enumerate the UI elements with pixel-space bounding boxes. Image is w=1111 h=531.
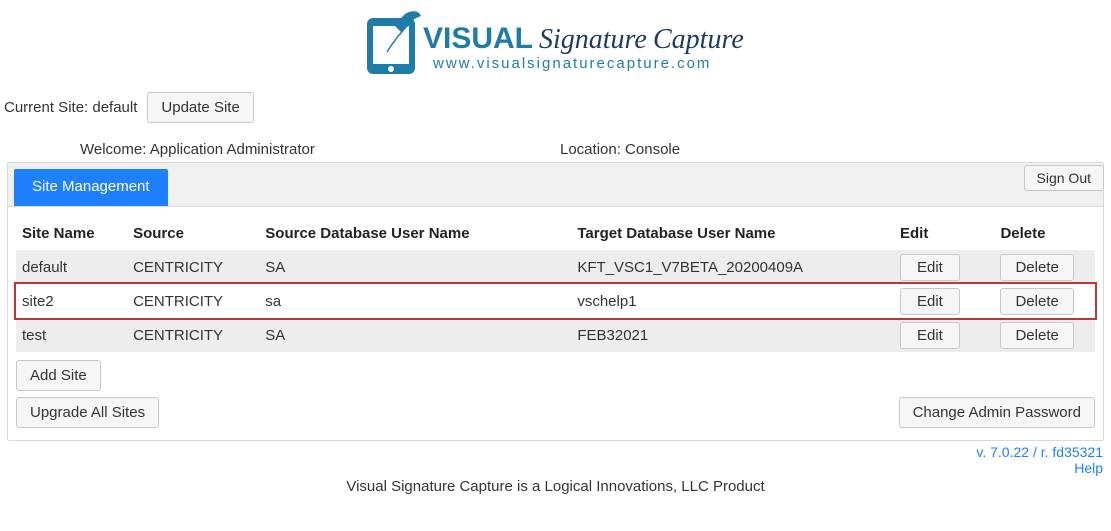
logo-url: www.visualsignaturecapture.com	[432, 55, 711, 72]
add-site-button[interactable]: Add Site	[16, 360, 101, 391]
cell-target-db-user: vschelp1	[571, 284, 894, 318]
delete-button[interactable]: Delete	[1000, 254, 1073, 281]
site-management-panel: Site Management Site Name Source Source …	[7, 162, 1104, 441]
th-source: Source	[127, 219, 259, 250]
cell-site-name: default	[16, 250, 127, 284]
th-delete: Delete	[994, 219, 1095, 250]
logo-brand-sub1: Signature	[539, 24, 647, 55]
cell-edit: Edit	[894, 250, 994, 284]
tab-bar: Site Management	[8, 163, 1103, 207]
cell-delete: Delete	[994, 284, 1095, 318]
table-row: site2CENTRICITYsavschelp1Edit Delete	[16, 284, 1095, 318]
th-target-db-user: Target Database User Name	[571, 219, 894, 250]
cell-source: CENTRICITY	[127, 250, 259, 284]
location-text: Location: Console	[440, 141, 1101, 158]
cell-target-db-user: FEB32021	[571, 318, 894, 352]
logo-icon: VISUAL Signature Capture www.visualsigna…	[361, 8, 751, 82]
edit-button[interactable]: Edit	[900, 322, 960, 349]
tab-site-management[interactable]: Site Management	[14, 169, 168, 206]
logo-brand-sub2: Capture	[653, 24, 744, 55]
sign-out-button[interactable]: Sign Out	[1024, 165, 1104, 191]
table-row: defaultCENTRICITYSAKFT_VSC1_V7BETA_20200…	[16, 250, 1095, 284]
cell-edit: Edit	[894, 318, 994, 352]
cell-target-db-user: KFT_VSC1_V7BETA_20200409A	[571, 250, 894, 284]
footer-version: v. 7.0.22 / r. fd35321	[0, 441, 1111, 460]
cell-source: CENTRICITY	[127, 318, 259, 352]
cell-site-name: site2	[16, 284, 127, 318]
th-site-name: Site Name	[16, 219, 127, 250]
cell-edit: Edit	[894, 284, 994, 318]
welcome-text: Welcome: Application Administrator	[80, 141, 440, 158]
edit-button[interactable]: Edit	[900, 254, 960, 281]
upgrade-all-sites-button[interactable]: Upgrade All Sites	[16, 397, 159, 428]
delete-button[interactable]: Delete	[1000, 288, 1073, 315]
update-site-button[interactable]: Update Site	[147, 92, 253, 123]
current-site-row: Current Site: default Update Site	[4, 92, 1111, 123]
footer-product: Visual Signature Capture is a Logical In…	[0, 476, 1111, 495]
change-admin-password-button[interactable]: Change Admin Password	[899, 397, 1095, 428]
th-edit: Edit	[894, 219, 994, 250]
cell-source-db-user: sa	[259, 284, 571, 318]
info-row: Welcome: Application Administrator Locat…	[0, 141, 1111, 158]
sites-table: Site Name Source Source Database User Na…	[16, 219, 1095, 352]
logo-brand-main: VISUAL	[423, 22, 533, 55]
current-site-label: Current Site: default	[4, 99, 137, 116]
cell-delete: Delete	[994, 318, 1095, 352]
cell-delete: Delete	[994, 250, 1095, 284]
edit-button[interactable]: Edit	[900, 288, 960, 315]
th-source-db-user: Source Database User Name	[259, 219, 571, 250]
delete-button[interactable]: Delete	[1000, 322, 1073, 349]
logo-area: VISUAL Signature Capture www.visualsigna…	[0, 0, 1111, 82]
cell-source-db-user: SA	[259, 318, 571, 352]
footer-help-link[interactable]: Help	[0, 460, 1111, 476]
cell-source: CENTRICITY	[127, 284, 259, 318]
cell-site-name: test	[16, 318, 127, 352]
table-row: testCENTRICITYSAFEB32021Edit Delete	[16, 318, 1095, 352]
cell-source-db-user: SA	[259, 250, 571, 284]
